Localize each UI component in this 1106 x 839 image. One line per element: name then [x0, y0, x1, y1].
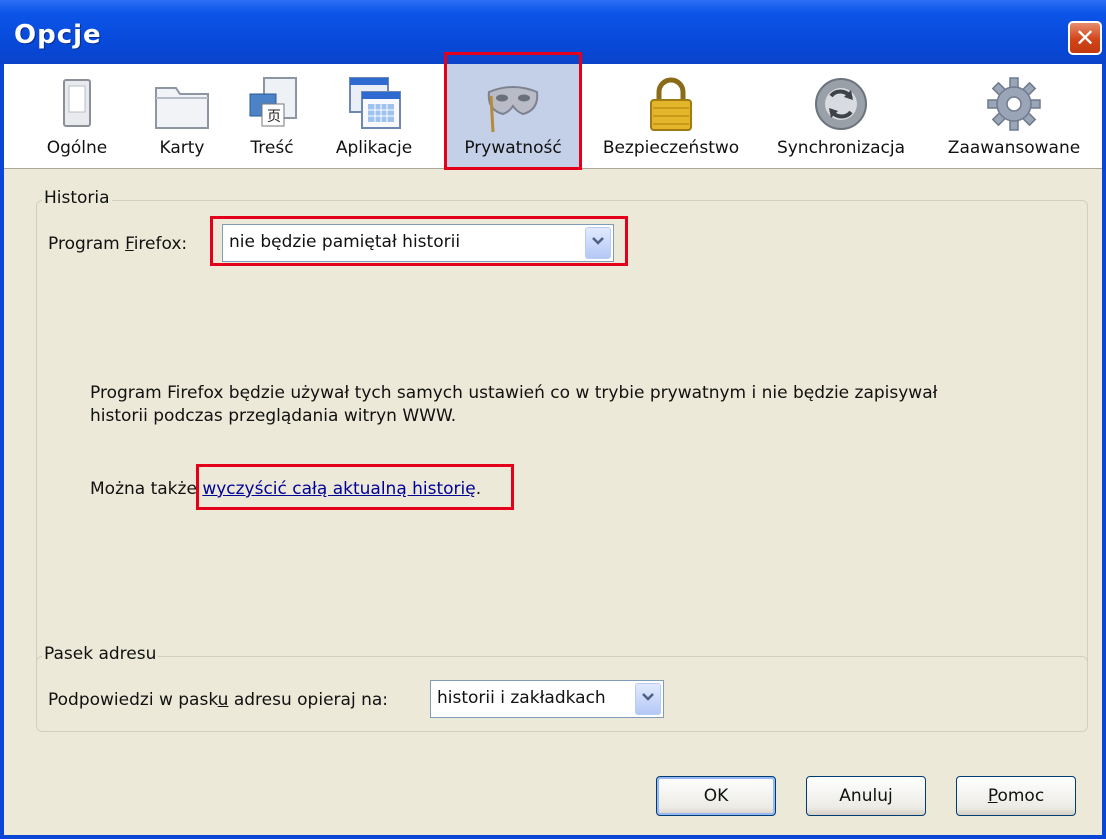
close-icon[interactable]: ✕ — [1068, 21, 1102, 55]
advanced-gear-icon — [987, 77, 1041, 131]
applications-icon — [349, 77, 401, 129]
sync-icon — [815, 78, 867, 130]
clear-history-link[interactable]: wyczyścić całą aktualną historię — [202, 479, 475, 499]
history-description-line2: historii podczas przeglądania witryn WWW… — [90, 406, 457, 426]
tab-security-label: Bezpieczeństwo — [602, 138, 740, 158]
history-group-title: Historia — [42, 188, 112, 208]
tab-content[interactable]: 页 Treść — [242, 64, 302, 168]
cancel-button[interactable]: Anuluj — [806, 776, 926, 816]
preferences-toolbar: Ogólne Karty 页 Treść Aplikacje Prywatnoś… — [4, 64, 1102, 169]
tab-general-label: Ogólne — [46, 138, 108, 158]
history-group — [36, 200, 1088, 672]
tab-tabs-label: Karty — [159, 138, 205, 158]
ok-button[interactable]: OK — [656, 776, 776, 816]
address-bar-suggest-select[interactable]: historii i zakładkach — [430, 680, 664, 718]
history-description: Program Firefox będzie używał tych samyc… — [90, 382, 937, 428]
tab-sync-label: Synchronizacja — [776, 138, 906, 158]
tab-tabs[interactable]: Karty — [142, 64, 222, 168]
tabs-icon — [155, 87, 209, 129]
security-lock-icon — [650, 77, 692, 131]
help-button[interactable]: Pomoc — [956, 776, 1076, 816]
tab-privacy[interactable]: Prywatność — [446, 64, 580, 168]
tab-general[interactable]: Ogólne — [40, 64, 114, 168]
address-bar-suggest-label: Podpowiedzi w pasku adresu opieraj na: — [48, 690, 388, 710]
options-window: Opcje ✕ Ogólne Karty 页 Treść Aplikacje P… — [0, 0, 1106, 839]
general-icon — [63, 79, 91, 127]
dialog-client-area: Ogólne Karty 页 Treść Aplikacje Prywatnoś… — [4, 52, 1102, 835]
address-bar-group-title: Pasek adresu — [42, 644, 159, 664]
address-bar-suggest-value: historii i zakładkach — [437, 688, 606, 708]
window-title: Opcje — [14, 20, 102, 50]
title-bar[interactable]: Opcje ✕ — [0, 0, 1106, 64]
privacy-mask-icon — [487, 86, 539, 133]
tab-privacy-label: Prywatność — [464, 138, 562, 158]
chevron-down-icon[interactable] — [585, 227, 611, 259]
svg-text:页: 页 — [267, 109, 281, 125]
clear-history-prefix: Można także — [90, 479, 203, 499]
history-mode-label: Program Firefox: — [48, 234, 188, 254]
history-description-line1: Program Firefox będzie używał tych samyc… — [90, 383, 938, 403]
tab-applications[interactable]: Aplikacje — [326, 64, 422, 168]
tab-content-label: Treść — [250, 138, 294, 158]
clear-history-suffix: . — [475, 479, 482, 499]
tab-sync[interactable]: Synchronizacja — [768, 64, 914, 168]
tab-advanced-label: Zaawansowane — [947, 138, 1081, 158]
content-icon: 页 — [249, 77, 297, 127]
clear-history-sentence: Można także wyczyścić całą aktualną hist… — [90, 478, 481, 501]
tab-security[interactable]: Bezpieczeństwo — [596, 64, 746, 168]
tab-advanced[interactable]: Zaawansowane — [934, 64, 1094, 168]
chevron-down-icon[interactable] — [635, 683, 661, 715]
history-mode-select[interactable]: nie będzie pamiętał historii — [222, 224, 614, 262]
history-mode-select-value: nie będzie pamiętał historii — [229, 232, 461, 252]
tab-applications-label: Aplikacje — [335, 138, 413, 158]
